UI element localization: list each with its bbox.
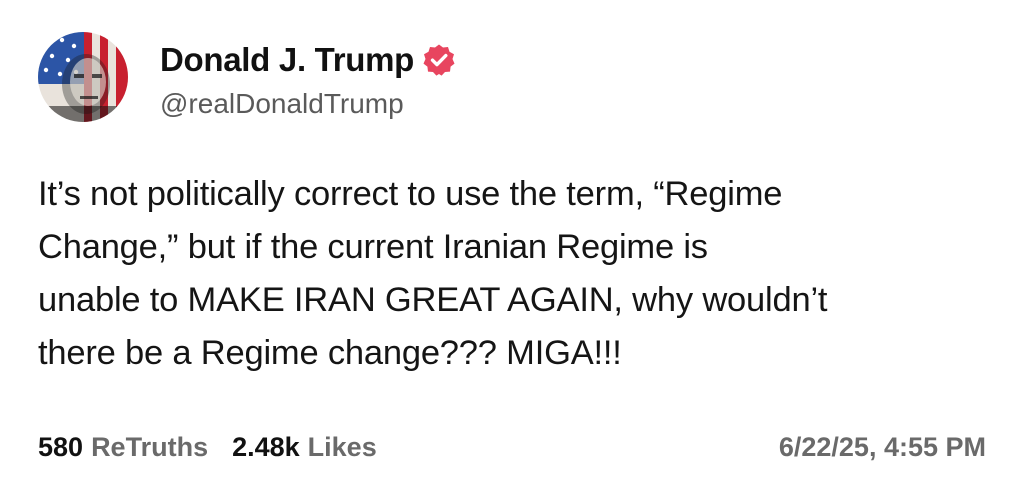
author-display-name[interactable]: Donald J. Trump (160, 41, 414, 79)
retruths-count: 580 (38, 432, 84, 462)
likes-count: 2.48k (232, 432, 300, 462)
post-stats: 580 ReTruths 2.48k Likes (38, 432, 377, 463)
post-timestamp[interactable]: 6/22/25, 4:55 PM (779, 432, 986, 463)
retruths-stat[interactable]: 580 ReTruths (38, 432, 208, 463)
author-handle[interactable]: @realDonaldTrump (160, 88, 404, 120)
post-body: It’s not politically correct to use the … (38, 168, 998, 380)
post-body-line: It’s not politically correct to use the … (38, 175, 783, 213)
avatar[interactable] (38, 32, 128, 122)
likes-label: Likes (307, 432, 377, 462)
verified-badge-icon (422, 43, 456, 77)
post-body-line: there be a Regime change??? MIGA!!! (38, 334, 622, 372)
post-body-line: Change,” but if the current Iranian Regi… (38, 228, 708, 266)
post-body-line: unable to MAKE IRAN GREAT AGAIN, why wou… (38, 281, 828, 319)
likes-stat[interactable]: 2.48k Likes (232, 432, 377, 463)
author-name-row: Donald J. Trump (160, 38, 456, 82)
avatar-image (38, 32, 128, 122)
post-card: Donald J. Trump @realDonaldTrump It’s no… (0, 0, 1024, 504)
retruths-label: ReTruths (91, 432, 209, 462)
